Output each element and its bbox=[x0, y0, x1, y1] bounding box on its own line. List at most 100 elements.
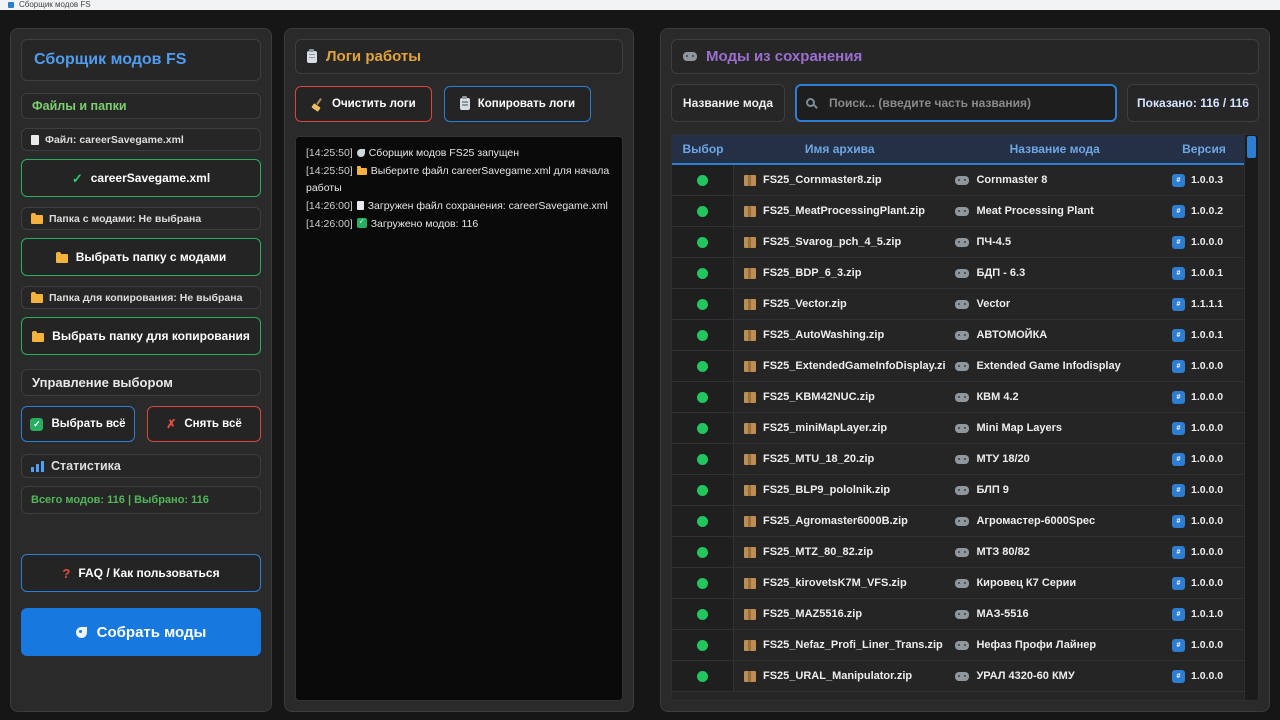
table-scrollbar[interactable] bbox=[1244, 135, 1258, 700]
gamepad-icon bbox=[955, 517, 969, 526]
choose-savegame-button[interactable]: careerSavegame.xml bbox=[21, 159, 261, 197]
choose-copy-folder-button[interactable]: Выбрать папку для копирования bbox=[21, 317, 261, 355]
selected-indicator-icon bbox=[697, 547, 708, 558]
mod-version: 1.0.0.0 bbox=[1191, 236, 1223, 248]
search-field-wrap bbox=[795, 84, 1117, 122]
mod-version: 1.0.0.0 bbox=[1191, 484, 1223, 496]
app-favicon-icon bbox=[8, 2, 14, 8]
clear-logs-button[interactable]: Очистить логи bbox=[295, 86, 432, 122]
mod-archive-name: FS25_BDP_6_3.zip bbox=[763, 267, 861, 279]
mod-archive-name: FS25_Svarog_pch_4_5.zip bbox=[763, 236, 901, 248]
browser-tab-bar[interactable]: Сборщик модов FS bbox=[0, 0, 1280, 10]
folder-icon bbox=[31, 215, 43, 224]
selected-indicator-icon bbox=[697, 299, 708, 310]
selected-indicator-icon bbox=[697, 578, 708, 589]
mod-select-toggle[interactable] bbox=[672, 289, 734, 319]
mod-select-toggle[interactable] bbox=[672, 413, 734, 443]
logs-panel: Логи работы Очистить логи Копировать лог… bbox=[284, 28, 634, 712]
select-all-button[interactable]: Выбрать всё bbox=[21, 406, 135, 442]
mods-folder-label: Папка с модами: Не выбрана bbox=[21, 207, 261, 230]
mod-select-toggle[interactable] bbox=[672, 661, 734, 691]
gamepad-icon bbox=[955, 641, 969, 650]
mod-select-toggle[interactable] bbox=[672, 196, 734, 226]
selected-indicator-icon bbox=[697, 640, 708, 651]
mod-archive-name: FS25_MTZ_80_82.zip bbox=[763, 546, 873, 558]
folder-icon bbox=[56, 254, 68, 263]
mod-archive-name: FS25_Vector.zip bbox=[763, 298, 847, 310]
collect-mods-button[interactable]: Собрать моды bbox=[21, 608, 261, 656]
mod-archive-name: FS25_MTU_18_20.zip bbox=[763, 453, 874, 465]
mod-select-toggle[interactable] bbox=[672, 475, 734, 505]
gamepad-icon bbox=[955, 176, 969, 185]
version-badge-icon bbox=[1172, 360, 1185, 373]
mod-archive-name: FS25_Cornmaster8.zip bbox=[763, 174, 882, 186]
column-header-archive: Имя архива bbox=[734, 135, 945, 163]
mods-table-body: FS25_Cornmaster8.zip Cornmaster 8 1.0.0.… bbox=[672, 165, 1244, 700]
log-line: [14:26:00]Загружен файл сохранения: care… bbox=[306, 198, 612, 214]
mod-select-toggle[interactable] bbox=[672, 258, 734, 288]
selected-indicator-icon bbox=[697, 330, 708, 341]
mod-select-toggle[interactable] bbox=[672, 444, 734, 474]
mod-archive-cell: FS25_Svarog_pch_4_5.zip bbox=[734, 227, 945, 257]
stats-section-header: Статистика bbox=[21, 454, 261, 478]
mod-archive-cell: FS25_kirovetsK7M_VFS.zip bbox=[734, 568, 945, 598]
mod-archive-name: FS25_ExtendedGameInfoDisplay.zip bbox=[763, 360, 945, 372]
logs-header: Логи работы bbox=[295, 39, 623, 74]
selected-indicator-icon bbox=[697, 423, 708, 434]
version-badge-icon bbox=[1172, 670, 1185, 683]
mod-archive-name: FS25_MeatProcessingPlant.zip bbox=[763, 205, 925, 217]
broom-icon bbox=[311, 98, 324, 111]
table-row: FS25_MTZ_80_82.zip МТЗ 80/82 1.0.0.0 bbox=[672, 537, 1244, 568]
mod-version-cell: 1.0.0.0 bbox=[1164, 506, 1244, 536]
choose-mods-folder-button[interactable]: Выбрать папку с модами bbox=[21, 238, 261, 276]
mods-table: Выбор Имя архива Название мода Версия FS… bbox=[671, 134, 1259, 701]
mod-select-toggle[interactable] bbox=[672, 382, 734, 412]
log-line: [14:25:50]Выберите файл careerSavegame.x… bbox=[306, 163, 612, 196]
selected-indicator-icon bbox=[697, 237, 708, 248]
mod-archive-name: FS25_miniMapLayer.zip bbox=[763, 422, 887, 434]
mod-archive-cell: FS25_Agromaster6000B.zip bbox=[734, 506, 945, 536]
app-root: Сборщик модов FS Файлы и папки Файл: car… bbox=[0, 10, 1280, 720]
mods-folder-text: Папка с модами: Не выбрана bbox=[49, 213, 201, 225]
log-line: [14:25:50]Сборщик модов FS25 запущен bbox=[306, 145, 612, 161]
selected-indicator-icon bbox=[697, 516, 708, 527]
package-icon bbox=[744, 454, 756, 465]
mods-title: Моды из сохранения bbox=[706, 48, 862, 65]
savegame-file-label: Файл: careerSavegame.xml bbox=[21, 128, 261, 151]
table-row: FS25_kirovetsK7M_VFS.zip Кировец К7 Сери… bbox=[672, 568, 1244, 599]
mod-select-toggle[interactable] bbox=[672, 227, 734, 257]
folder-icon bbox=[32, 333, 44, 342]
mod-archive-cell: FS25_Cornmaster8.zip bbox=[734, 165, 945, 195]
version-badge-icon bbox=[1172, 639, 1185, 652]
package-icon bbox=[744, 268, 756, 279]
table-row: FS25_Vector.zip Vector 1.1.1.1 bbox=[672, 289, 1244, 320]
mod-select-toggle[interactable] bbox=[672, 351, 734, 381]
mod-name-cell: Cornmaster 8 bbox=[945, 165, 1164, 195]
search-input[interactable] bbox=[795, 84, 1117, 122]
version-badge-icon bbox=[1172, 546, 1185, 559]
gamepad-icon bbox=[955, 269, 969, 278]
scrollbar-thumb[interactable] bbox=[1247, 136, 1256, 158]
mod-archive-name: FS25_kirovetsK7M_VFS.zip bbox=[763, 577, 907, 589]
mod-select-toggle[interactable] bbox=[672, 568, 734, 598]
deselect-all-button[interactable]: Снять всё bbox=[147, 406, 261, 442]
gamepad-icon bbox=[955, 548, 969, 557]
package-icon bbox=[744, 547, 756, 558]
clipboard-icon bbox=[460, 98, 470, 110]
mod-select-toggle[interactable] bbox=[672, 537, 734, 567]
mod-version-cell: 1.1.1.1 bbox=[1164, 289, 1244, 319]
mod-archive-name: FS25_BLP9_pololnik.zip bbox=[763, 484, 890, 496]
mod-select-toggle[interactable] bbox=[672, 599, 734, 629]
mod-select-toggle[interactable] bbox=[672, 320, 734, 350]
mod-select-toggle[interactable] bbox=[672, 630, 734, 660]
copy-logs-button[interactable]: Копировать логи bbox=[444, 86, 591, 122]
table-row: FS25_MAZ5516.zip МАЗ-5516 1.0.1.0 bbox=[672, 599, 1244, 630]
faq-button[interactable]: FAQ / Как пользоваться bbox=[21, 554, 261, 592]
mod-title: БЛП 9 bbox=[976, 484, 1008, 496]
mod-title: Mini Map Layers bbox=[976, 422, 1062, 434]
mod-select-toggle[interactable] bbox=[672, 165, 734, 195]
check-icon bbox=[72, 172, 83, 185]
log-output[interactable]: [14:25:50]Сборщик модов FS25 запущен [14… bbox=[295, 136, 623, 701]
mod-archive-cell: FS25_MTZ_80_82.zip bbox=[734, 537, 945, 567]
mod-select-toggle[interactable] bbox=[672, 506, 734, 536]
